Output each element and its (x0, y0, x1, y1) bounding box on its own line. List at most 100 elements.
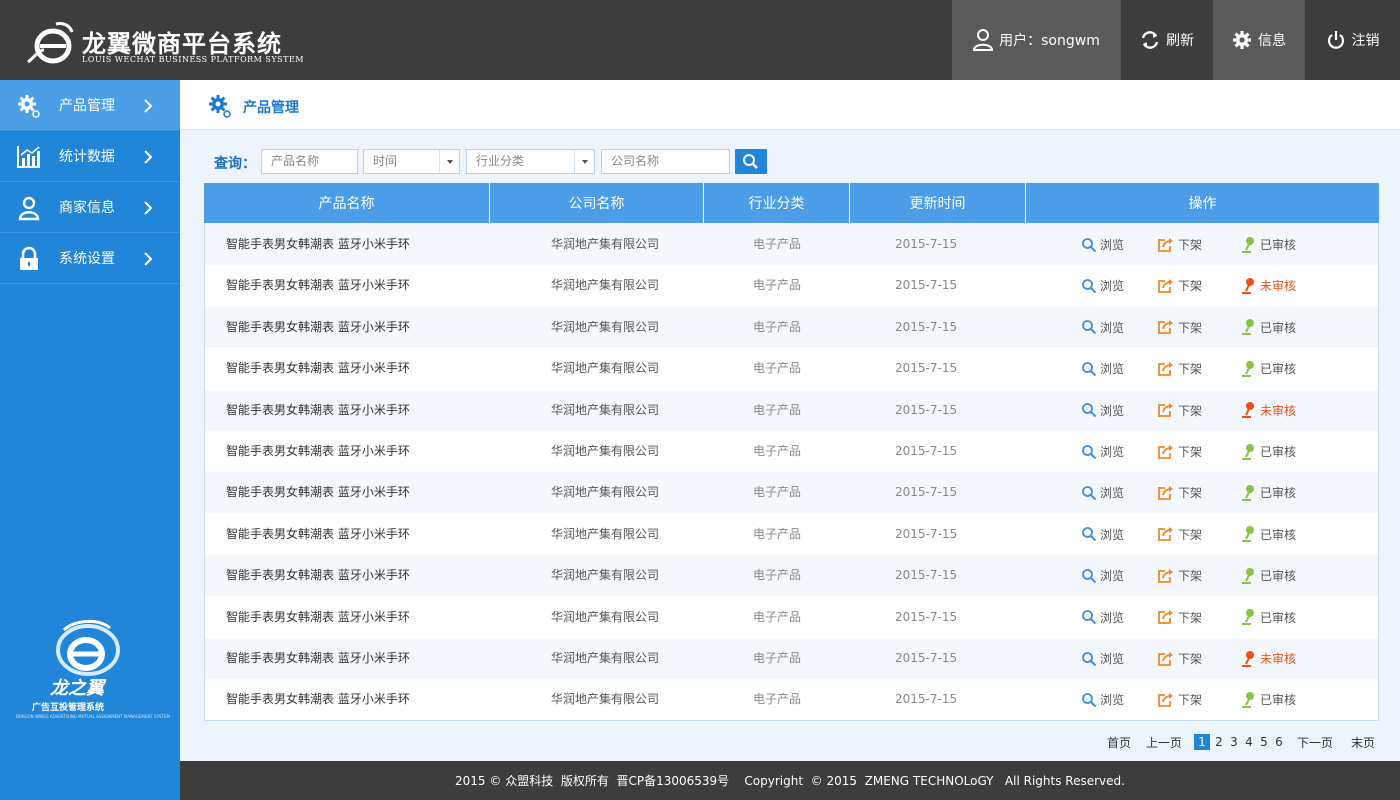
view-label: 浏览 (1100, 569, 1125, 584)
page-number-current[interactable]: 1 (1194, 734, 1210, 750)
logout-button[interactable]: 注销 (1305, 0, 1400, 80)
user-menu[interactable]: 用户：songwm (952, 0, 1121, 80)
pending-status[interactable]: 未审核 (1241, 390, 1296, 431)
sidebar-item-statistics[interactable]: 统计数据 (0, 131, 180, 182)
user-icon (973, 29, 994, 51)
product-name-cell: 智能手表男女韩潮表 蓝牙小米手环 (226, 278, 410, 293)
category-select[interactable]: 行业分类 (466, 149, 595, 174)
approved-status[interactable]: 已审核 (1241, 597, 1296, 638)
table-row: 智能手表男女韩潮表 蓝牙小米手环 华润地产集有限公司 电子产品 2015-7-15 浏览… (205, 431, 1378, 472)
share-out-icon (1158, 692, 1173, 707)
pending-status[interactable]: 未审核 (1241, 265, 1296, 306)
page-number[interactable]: 5 (1256, 734, 1272, 750)
view-label: 浏览 (1100, 320, 1125, 335)
offline-button[interactable]: 下架 (1157, 472, 1202, 513)
stamp-icon (1242, 319, 1254, 336)
last-page-link[interactable]: 末页 (1351, 734, 1375, 750)
table-row: 智能手表男女韩潮表 蓝牙小米手环 华润地产集有限公司 电子产品 2015-7-15 浏览… (205, 265, 1378, 306)
view-button[interactable]: 浏览 (1081, 307, 1124, 348)
approved-status[interactable]: 已审核 (1241, 348, 1296, 389)
offline-button[interactable]: 下架 (1157, 307, 1202, 348)
view-button[interactable]: 浏览 (1081, 597, 1124, 638)
stamp-icon (1242, 402, 1254, 419)
company-name-cell: 华润地产集有限公司 (551, 568, 660, 583)
offline-button[interactable]: 下架 (1157, 679, 1202, 720)
approved-status[interactable]: 已审核 (1241, 514, 1296, 555)
page-number[interactable]: 3 (1226, 734, 1242, 750)
prev-page-link[interactable]: 上一页 (1146, 734, 1182, 750)
search-button[interactable] (735, 149, 767, 174)
offline-button[interactable]: 下架 (1157, 597, 1202, 638)
sidebar-item-system-settings[interactable]: 系统设置 (0, 233, 180, 284)
column-header-date[interactable]: 更新时间 (850, 183, 1026, 223)
footer: 2015 © 众盟科技 版权所有 晋CP备13006539号 Copyright… (180, 761, 1400, 800)
offline-button[interactable]: 下架 (1157, 390, 1202, 431)
search-icon (743, 154, 758, 169)
category-cell: 电子产品 (753, 319, 802, 334)
audit-status-label: 未审核 (1260, 279, 1297, 294)
view-button[interactable]: 浏览 (1081, 431, 1124, 472)
view-button[interactable]: 浏览 (1081, 265, 1124, 306)
offline-button[interactable]: 下架 (1157, 555, 1202, 596)
offline-label: 下架 (1178, 362, 1203, 377)
view-button[interactable]: 浏览 (1081, 514, 1124, 555)
column-header-actions: 操作 (1188, 196, 1217, 212)
approved-status[interactable]: 已审核 (1241, 224, 1296, 265)
offline-button[interactable]: 下架 (1157, 224, 1202, 265)
sidebar-item-product-management[interactable]: 产品管理 (0, 80, 180, 131)
approved-status[interactable]: 已审核 (1241, 307, 1296, 348)
brand-title: 龙之翼 (50, 678, 104, 699)
table-row: 智能手表男女韩潮表 蓝牙小米手环 华润地产集有限公司 电子产品 2015-7-15 浏览… (205, 306, 1378, 348)
refresh-button[interactable]: 刷新 (1121, 0, 1213, 80)
offline-button[interactable]: 下架 (1157, 348, 1202, 389)
view-button[interactable]: 浏览 (1081, 224, 1124, 265)
date-cell: 2015-7-15 (895, 485, 958, 500)
offline-button[interactable]: 下架 (1157, 638, 1202, 679)
stamp-icon (1242, 691, 1254, 708)
view-label: 浏览 (1100, 527, 1125, 542)
offline-button[interactable]: 下架 (1157, 265, 1202, 306)
share-out-icon (1158, 278, 1173, 293)
column-header-company[interactable]: 公司名称 (490, 183, 704, 223)
offline-button[interactable]: 下架 (1157, 514, 1202, 555)
column-header-category[interactable]: 行业分类 (704, 183, 850, 223)
company-name-cell: 华润地产集有限公司 (551, 402, 660, 417)
approved-status[interactable]: 已审核 (1241, 472, 1296, 513)
view-button[interactable]: 浏览 (1081, 348, 1124, 389)
column-header-product[interactable]: 产品名称 (204, 183, 490, 223)
category-cell: 电子产品 (753, 692, 802, 707)
page-number[interactable]: 4 (1241, 734, 1257, 750)
view-button[interactable]: 浏览 (1081, 638, 1124, 679)
offline-button[interactable]: 下架 (1157, 431, 1202, 472)
gear-icon (209, 95, 231, 118)
share-out-icon (1158, 610, 1173, 624)
info-button[interactable]: 信息 (1213, 0, 1305, 80)
first-page-link[interactable]: 首页 (1107, 734, 1131, 750)
offline-label: 下架 (1178, 693, 1203, 708)
audit-status-label: 已审核 (1260, 238, 1297, 252)
audit-status-label: 未审核 (1260, 403, 1297, 418)
sidebar: 产品管理 统计数据 商家信息 系统设置 龙之翼 广告互投管理系统 DRAGON … (0, 80, 180, 800)
product-name-cell: 智能手表男女韩潮表 蓝牙小米手环 (226, 444, 410, 458)
pending-status[interactable]: 未审核 (1241, 638, 1296, 679)
page-number[interactable]: 6 (1271, 734, 1287, 750)
company-name-input[interactable]: 公司名称 (601, 149, 730, 174)
approved-status[interactable]: 已审核 (1241, 431, 1296, 472)
share-out-icon (1158, 320, 1173, 335)
time-select[interactable]: 时间 (363, 149, 460, 174)
approved-status[interactable]: 已审核 (1241, 555, 1296, 596)
company-name-cell: 华润地产集有限公司 (551, 692, 660, 707)
gear-icon (18, 95, 40, 118)
view-button[interactable]: 浏览 (1081, 555, 1124, 596)
next-page-link[interactable]: 下一页 (1297, 734, 1333, 750)
view-button[interactable]: 浏览 (1081, 390, 1124, 431)
view-button[interactable]: 浏览 (1081, 679, 1124, 720)
approved-status[interactable]: 已审核 (1241, 679, 1296, 720)
view-label: 浏览 (1100, 652, 1125, 666)
brand-english: DRAGON WINGS ADVERTISING MUTUAL ASSIGNME… (16, 714, 170, 719)
view-button[interactable]: 浏览 (1081, 472, 1124, 513)
sidebar-item-merchant-info[interactable]: 商家信息 (0, 182, 180, 233)
product-name-input[interactable]: 产品名称 (261, 149, 358, 174)
page-number[interactable]: 2 (1211, 734, 1227, 750)
share-out-icon (1158, 485, 1173, 500)
